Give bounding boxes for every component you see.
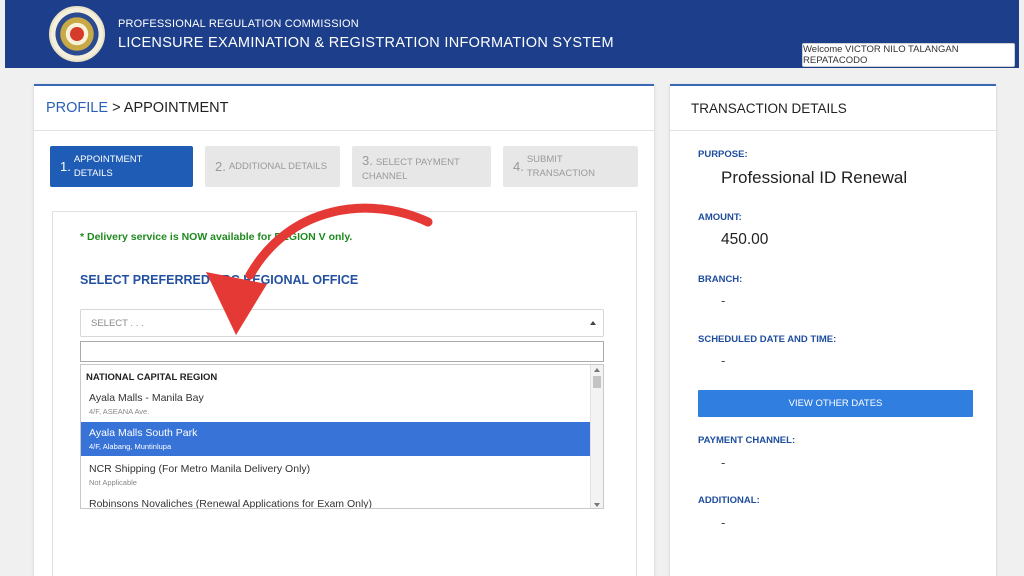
dropdown-scrollbar[interactable] [590,365,603,508]
org-name: PROFESSIONAL REGULATION COMMISSION [118,18,359,30]
payment-channel-value: - [721,455,726,470]
system-name: LICENSURE EXAMINATION & REGISTRATION INF… [118,35,614,51]
step-select-payment-channel[interactable]: 3. SELECT PAYMENT CHANNEL [352,146,491,187]
option-address: 4/F, Alabang, Muntinlupa [89,442,172,451]
option-address: 4/F, ASEANA Ave. [89,407,150,416]
option-name: Ayala Malls - Manila Bay [89,392,204,404]
step-additional-details[interactable]: 2. ADDITIONAL DETAILS [205,146,340,187]
app-header: PROFESSIONAL REGULATION COMMISSION LICEN… [5,0,1019,68]
dropdown-option[interactable]: Robinsons Novaliches (Renewal Applicatio… [81,493,591,509]
step-label: ADDITIONAL DETAILS [228,160,328,172]
welcome-user-button[interactable]: Welcome VICTOR NILO TALANGAN REPATACODO [802,43,1015,67]
amount-label: AMOUNT: [698,212,742,223]
regional-office-dropdown: NATIONAL CAPITAL REGION Ayala Malls - Ma… [80,364,604,509]
payment-channel-label: PAYMENT CHANNEL: [698,435,796,446]
step-label: APPOINTMENT DETAILS [73,153,143,179]
select-placeholder: SELECT . . . [91,317,144,329]
option-name: Robinsons Novaliches (Renewal Applicatio… [89,498,373,509]
card-divider [34,130,654,131]
schedule-value: - [721,353,726,368]
prc-seal-icon [49,6,105,62]
view-other-dates-button[interactable]: VIEW OTHER DATES [698,390,973,417]
breadcrumb-separator: > [108,100,124,116]
breadcrumb-current: APPOINTMENT [123,100,229,116]
scrollbar-thumb[interactable] [593,376,601,388]
option-address: Not Applicable [89,478,137,487]
dropdown-option-selected[interactable]: Ayala Malls South Park 4/F, Alabang, Mun… [81,422,591,456]
purpose-label: PURPOSE: [698,149,748,160]
scroll-down-icon[interactable] [594,503,600,507]
dropdown-group-label: NATIONAL CAPITAL REGION [86,372,218,383]
appointment-card: PROFILE > APPOINTMENT 1. APPOINTMENT DETA… [34,84,654,576]
dropdown-option[interactable]: NCR Shipping (For Metro Manila Delivery … [81,458,591,492]
additional-value: - [721,515,726,530]
purpose-value: Professional ID Renewal [721,168,908,187]
section-title: SELECT PREFERRED PRC REGIONAL OFFICE [80,273,359,287]
caret-up-icon [590,321,596,325]
transaction-title: TRANSACTION DETAILS [691,101,847,116]
step-number: 3. [362,153,373,168]
dropdown-option[interactable]: Ayala Malls - Manila Bay 4/F, ASEANA Ave… [81,387,591,421]
scroll-up-icon[interactable] [594,368,600,372]
transaction-details-card: TRANSACTION DETAILS PURPOSE: Professiona… [670,84,996,576]
appointment-form-panel: * Delivery service is NOW available for … [52,211,637,576]
step-number: 2. [215,158,226,174]
option-name: NCR Shipping (For Metro Manila Delivery … [89,463,311,475]
option-name: Ayala Malls South Park [89,427,198,439]
amount-value: 450.00 [721,231,769,248]
branch-label: BRANCH: [698,274,743,285]
step-number: 4. [513,158,524,174]
step-number: 1. [60,158,71,174]
breadcrumb-profile-link[interactable]: PROFILE [46,100,108,116]
dropdown-search-input[interactable] [80,341,604,362]
breadcrumb: PROFILE > APPOINTMENT [46,100,229,116]
schedule-label: SCHEDULED DATE AND TIME: [698,334,837,345]
step-submit-transaction[interactable]: 4. SUBMIT TRANSACTION [503,146,638,187]
additional-label: ADDITIONAL: [698,495,760,506]
step-appointment-details[interactable]: 1. APPOINTMENT DETAILS [50,146,193,187]
regional-office-select[interactable]: SELECT . . . [80,309,604,337]
branch-value: - [721,293,726,308]
step-label: SELECT PAYMENT CHANNEL [362,157,460,182]
step-label: SUBMIT TRANSACTION [526,153,595,179]
delivery-notice: * Delivery service is NOW available for … [80,231,353,243]
card-divider [670,130,996,131]
